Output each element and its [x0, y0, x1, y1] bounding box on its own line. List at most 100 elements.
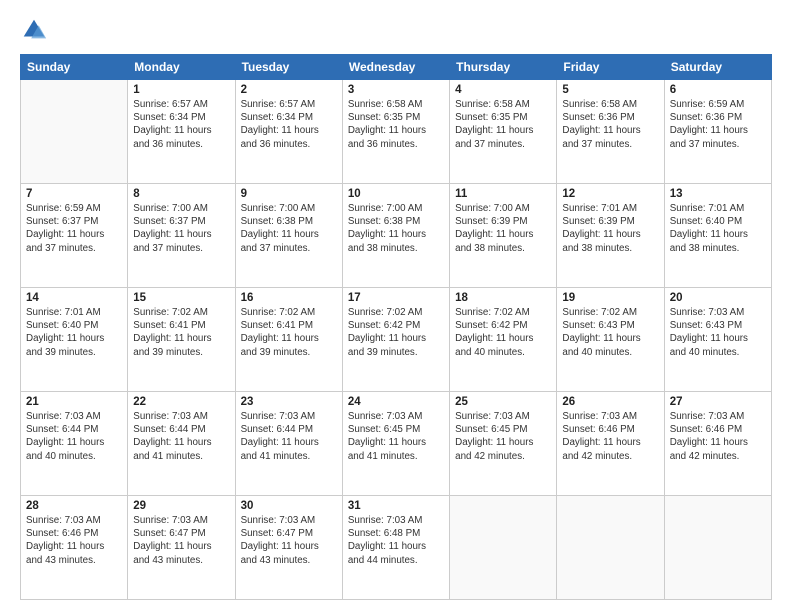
day-info: Sunrise: 7:03 AM Sunset: 6:43 PM Dayligh… [670, 306, 766, 359]
calendar-cell: 14Sunrise: 7:01 AM Sunset: 6:40 PM Dayli… [21, 288, 128, 392]
calendar-cell: 11 Sunrise: 7:00 AM Sunset: 6:39 PM Dayli… [450, 184, 557, 288]
day-number: 26 [562, 396, 658, 408]
day-number: 21 [26, 396, 122, 408]
logo [20, 16, 52, 44]
day-number: 11 [455, 188, 551, 200]
calendar-cell: 31 Sunrise: 7:03 AM Sunset: 6:48 PM Dayli… [342, 496, 449, 600]
day-info: Sunrise: 7:03 AM Sunset: 6:44 PM Dayligh… [241, 410, 337, 463]
calendar-cell: 5 Sunrise: 6:58 AM Sunset: 6:36 PM Daylig… [557, 80, 664, 184]
day-number: 31 [348, 500, 444, 512]
calendar-cell: 13Sunrise: 7:01 AM Sunset: 6:40 PM Dayli… [664, 184, 771, 288]
day-header-wednesday: Wednesday [342, 55, 449, 80]
day-info: Sunrise: 7:02 AM Sunset: 6:42 PM Dayligh… [348, 306, 444, 359]
day-number: 6 [670, 84, 766, 96]
calendar-cell: 20 Sunrise: 7:03 AM Sunset: 6:43 PM Dayli… [664, 288, 771, 392]
day-info: Sunrise: 6:57 AM Sunset: 6:34 PM Dayligh… [133, 98, 229, 151]
day-info: Sunrise: 7:02 AM Sunset: 6:41 PM Dayligh… [133, 306, 229, 359]
day-info: Sunrise: 7:03 AM Sunset: 6:45 PM Dayligh… [348, 410, 444, 463]
calendar-cell: 16 Sunrise: 7:02 AM Sunset: 6:41 PM Dayli… [235, 288, 342, 392]
calendar-cell: 29Sunrise: 7:03 AM Sunset: 6:47 PM Dayli… [128, 496, 235, 600]
calendar-cell [664, 496, 771, 600]
day-info: Sunrise: 7:03 AM Sunset: 6:46 PM Dayligh… [562, 410, 658, 463]
calendar-table: SundayMondayTuesdayWednesdayThursdayFrid… [20, 54, 772, 600]
day-number: 12 [562, 188, 658, 200]
page: SundayMondayTuesdayWednesdayThursdayFrid… [0, 0, 792, 612]
calendar-cell: 8 Sunrise: 7:00 AM Sunset: 6:37 PM Daylig… [128, 184, 235, 288]
day-info: Sunrise: 7:00 AM Sunset: 6:37 PM Dayligh… [133, 202, 229, 255]
day-number: 16 [241, 292, 337, 304]
day-number: 19 [562, 292, 658, 304]
day-header-sunday: Sunday [21, 55, 128, 80]
logo-icon [20, 16, 48, 44]
day-number: 7 [26, 188, 122, 200]
day-info: Sunrise: 6:57 AM Sunset: 6:34 PM Dayligh… [241, 98, 337, 151]
calendar-cell: 24 Sunrise: 7:03 AM Sunset: 6:45 PM Dayli… [342, 392, 449, 496]
day-number: 29 [133, 500, 229, 512]
day-info: Sunrise: 7:03 AM Sunset: 6:44 PM Dayligh… [133, 410, 229, 463]
calendar-week-row: 7 Sunrise: 6:59 AM Sunset: 6:37 PM Daylig… [21, 184, 772, 288]
day-number: 3 [348, 84, 444, 96]
day-info: Sunrise: 6:59 AM Sunset: 6:37 PM Dayligh… [26, 202, 122, 255]
day-header-saturday: Saturday [664, 55, 771, 80]
calendar-cell: 4Sunrise: 6:58 AM Sunset: 6:35 PM Daylig… [450, 80, 557, 184]
calendar-cell [450, 496, 557, 600]
calendar-cell: 9 Sunrise: 7:00 AM Sunset: 6:38 PM Daylig… [235, 184, 342, 288]
calendar-week-row: 14Sunrise: 7:01 AM Sunset: 6:40 PM Dayli… [21, 288, 772, 392]
day-number: 27 [670, 396, 766, 408]
calendar-cell [557, 496, 664, 600]
day-info: Sunrise: 7:03 AM Sunset: 6:46 PM Dayligh… [670, 410, 766, 463]
day-number: 15 [133, 292, 229, 304]
calendar-week-row: 21 Sunrise: 7:03 AM Sunset: 6:44 PM Dayli… [21, 392, 772, 496]
day-number: 23 [241, 396, 337, 408]
day-info: Sunrise: 6:58 AM Sunset: 6:36 PM Dayligh… [562, 98, 658, 151]
day-header-monday: Monday [128, 55, 235, 80]
day-number: 1 [133, 84, 229, 96]
calendar-cell: 30 Sunrise: 7:03 AM Sunset: 6:47 PM Dayli… [235, 496, 342, 600]
day-number: 5 [562, 84, 658, 96]
day-info: Sunrise: 7:00 AM Sunset: 6:39 PM Dayligh… [455, 202, 551, 255]
day-number: 8 [133, 188, 229, 200]
calendar-cell: 17 Sunrise: 7:02 AM Sunset: 6:42 PM Dayli… [342, 288, 449, 392]
day-info: Sunrise: 7:00 AM Sunset: 6:38 PM Dayligh… [241, 202, 337, 255]
calendar-cell: 10Sunrise: 7:00 AM Sunset: 6:38 PM Dayli… [342, 184, 449, 288]
calendar-header-row: SundayMondayTuesdayWednesdayThursdayFrid… [21, 55, 772, 80]
day-info: Sunrise: 6:59 AM Sunset: 6:36 PM Dayligh… [670, 98, 766, 151]
calendar-cell: 6 Sunrise: 6:59 AM Sunset: 6:36 PM Daylig… [664, 80, 771, 184]
day-number: 25 [455, 396, 551, 408]
day-number: 4 [455, 84, 551, 96]
day-info: Sunrise: 7:03 AM Sunset: 6:48 PM Dayligh… [348, 514, 444, 567]
calendar-cell: 21Sunrise: 7:03 AM Sunset: 6:44 PM Dayli… [21, 392, 128, 496]
day-info: Sunrise: 6:58 AM Sunset: 6:35 PM Dayligh… [348, 98, 444, 151]
calendar-cell [21, 80, 128, 184]
day-info: Sunrise: 7:01 AM Sunset: 6:39 PM Dayligh… [562, 202, 658, 255]
day-info: Sunrise: 7:03 AM Sunset: 6:46 PM Dayligh… [26, 514, 122, 567]
day-info: Sunrise: 7:02 AM Sunset: 6:42 PM Dayligh… [455, 306, 551, 359]
day-info: Sunrise: 7:02 AM Sunset: 6:43 PM Dayligh… [562, 306, 658, 359]
header [20, 16, 772, 44]
day-number: 30 [241, 500, 337, 512]
day-info: Sunrise: 7:00 AM Sunset: 6:38 PM Dayligh… [348, 202, 444, 255]
day-number: 22 [133, 396, 229, 408]
day-info: Sunrise: 7:02 AM Sunset: 6:41 PM Dayligh… [241, 306, 337, 359]
calendar-cell: 22 Sunrise: 7:03 AM Sunset: 6:44 PM Dayli… [128, 392, 235, 496]
calendar-cell: 2Sunrise: 6:57 AM Sunset: 6:34 PM Daylig… [235, 80, 342, 184]
day-info: Sunrise: 7:01 AM Sunset: 6:40 PM Dayligh… [26, 306, 122, 359]
calendar-cell: 26 Sunrise: 7:03 AM Sunset: 6:46 PM Dayli… [557, 392, 664, 496]
day-header-thursday: Thursday [450, 55, 557, 80]
calendar-cell: 1 Sunrise: 6:57 AM Sunset: 6:34 PM Daylig… [128, 80, 235, 184]
day-number: 9 [241, 188, 337, 200]
calendar-week-row: 28 Sunrise: 7:03 AM Sunset: 6:46 PM Dayli… [21, 496, 772, 600]
calendar-cell: 25Sunrise: 7:03 AM Sunset: 6:45 PM Dayli… [450, 392, 557, 496]
day-info: Sunrise: 7:03 AM Sunset: 6:47 PM Dayligh… [241, 514, 337, 567]
calendar-week-row: 1 Sunrise: 6:57 AM Sunset: 6:34 PM Daylig… [21, 80, 772, 184]
calendar-cell: 28 Sunrise: 7:03 AM Sunset: 6:46 PM Dayli… [21, 496, 128, 600]
day-number: 20 [670, 292, 766, 304]
calendar-cell: 7 Sunrise: 6:59 AM Sunset: 6:37 PM Daylig… [21, 184, 128, 288]
day-number: 17 [348, 292, 444, 304]
day-number: 18 [455, 292, 551, 304]
calendar-cell: 27 Sunrise: 7:03 AM Sunset: 6:46 PM Dayli… [664, 392, 771, 496]
day-number: 28 [26, 500, 122, 512]
day-number: 24 [348, 396, 444, 408]
day-number: 13 [670, 188, 766, 200]
calendar-cell: 12 Sunrise: 7:01 AM Sunset: 6:39 PM Dayli… [557, 184, 664, 288]
